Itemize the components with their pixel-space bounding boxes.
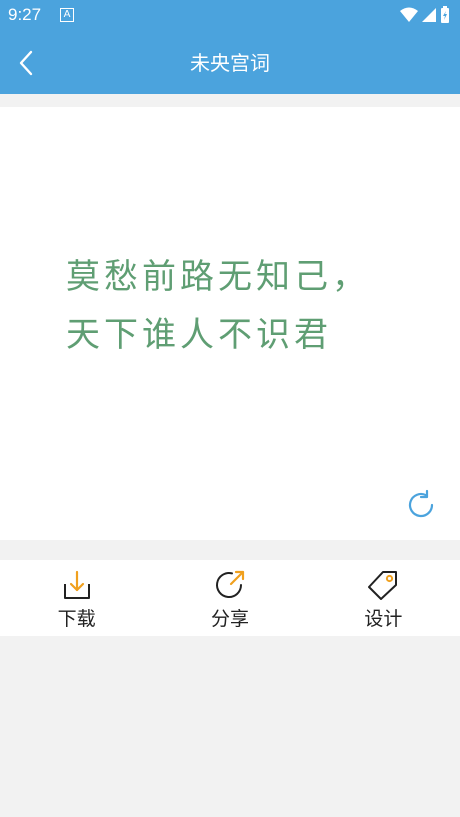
refresh-icon[interactable] [404, 488, 438, 522]
download-button[interactable]: 下载 [0, 560, 153, 636]
download-icon [63, 570, 90, 599]
page-title: 未央宫词 [190, 51, 270, 75]
accessibility-notification-icon: A [60, 8, 74, 22]
share-icon [216, 570, 245, 598]
status-indicators [400, 6, 450, 24]
poem-text: 莫愁前路无知己，天下谁人不识君 [66, 257, 370, 355]
share-label: 分享 [210, 608, 249, 630]
design-button[interactable]: 设计 [307, 560, 460, 636]
back-arrow-icon[interactable] [14, 50, 40, 76]
poem-card: 莫愁前路无知己，天下谁人不识君 [0, 107, 460, 540]
status-time: 9:27 [8, 5, 42, 24]
tag-icon [368, 571, 398, 600]
signal-icon [422, 8, 436, 22]
battery-icon [441, 6, 449, 23]
app-bar: 未央宫词 [0, 32, 460, 94]
share-button[interactable]: 分享 [153, 560, 306, 636]
status-bar: 9:27 A [0, 0, 460, 32]
download-label: 下载 [57, 608, 96, 630]
wifi-icon [400, 7, 418, 22]
design-label: 设计 [364, 608, 403, 630]
action-bar: 下载 分享 设计 [0, 560, 460, 636]
